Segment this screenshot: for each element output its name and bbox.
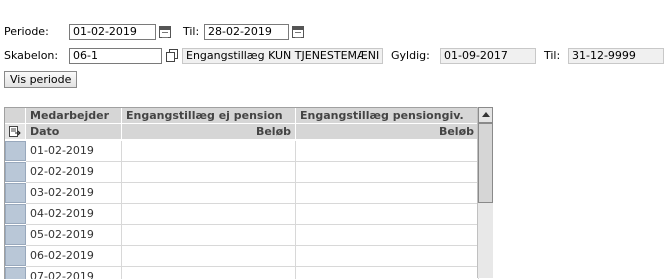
col-dato-subheader: Dato xyxy=(26,124,122,140)
col-medarbejder-header[interactable]: Medarbejder xyxy=(26,108,122,124)
amount-cell-ej-pension[interactable] xyxy=(122,204,296,225)
date-cell[interactable]: 06-02-2019 xyxy=(26,246,122,267)
periode-to-field[interactable]: 28-02-2019 xyxy=(204,24,289,40)
date-cell[interactable]: 07-02-2019 xyxy=(26,267,122,279)
periode-from-field[interactable]: 01-02-2019 xyxy=(69,24,156,40)
col-belob-subheader: Beløb xyxy=(122,124,296,140)
row-selector[interactable] xyxy=(5,141,26,161)
calendar-icon[interactable] xyxy=(292,26,304,38)
skabelon-name-field: Engangstillæg KUN TJENESTEMÆNI xyxy=(182,48,383,64)
calendar-icon[interactable] xyxy=(159,26,171,38)
table-row[interactable]: 02-02-2019 xyxy=(5,162,479,183)
periode-label: Periode: xyxy=(4,25,49,38)
gyldig-label: Gyldig: xyxy=(391,49,430,62)
gyldig-from-field: 01-09-2017 xyxy=(440,48,536,64)
gyldig-til-label: Til: xyxy=(544,49,561,62)
table-row[interactable]: 07-02-2019 xyxy=(5,267,479,279)
col-pensiongiv-header[interactable]: Engangstillæg pensiongiv. xyxy=(296,108,479,124)
til-label: Til: xyxy=(183,25,200,38)
export-icon[interactable] xyxy=(5,124,26,140)
amount-cell-pensiongiv[interactable] xyxy=(296,204,479,225)
amount-cell-pensiongiv[interactable] xyxy=(296,246,479,267)
row-selector[interactable] xyxy=(5,162,26,182)
copy-icon[interactable] xyxy=(166,49,178,62)
corner-header xyxy=(5,108,26,124)
table-row[interactable]: 05-02-2019 xyxy=(5,225,479,246)
scroll-thumb[interactable] xyxy=(478,123,493,203)
amount-cell-ej-pension[interactable] xyxy=(122,246,296,267)
date-cell[interactable]: 03-02-2019 xyxy=(26,183,122,204)
amount-cell-ej-pension[interactable] xyxy=(122,267,296,279)
table-row[interactable]: 06-02-2019 xyxy=(5,246,479,267)
amount-cell-pensiongiv[interactable] xyxy=(296,225,479,246)
date-cell[interactable]: 01-02-2019 xyxy=(26,141,122,162)
table-row[interactable]: 01-02-2019 xyxy=(5,141,479,162)
col-belob-subheader: Beløb xyxy=(296,124,479,140)
date-cell[interactable]: 05-02-2019 xyxy=(26,225,122,246)
row-selector[interactable] xyxy=(5,183,26,203)
arrow-up-icon[interactable] xyxy=(478,107,493,123)
col-ej-pension-header[interactable]: Engangstillæg ej pension xyxy=(122,108,296,124)
amount-cell-ej-pension[interactable] xyxy=(122,183,296,204)
row-selector[interactable] xyxy=(5,246,26,266)
table-row[interactable]: 04-02-2019 xyxy=(5,204,479,225)
amount-cell-pensiongiv[interactable] xyxy=(296,267,479,279)
gyldig-to-field: 31-12-9999 xyxy=(568,48,664,64)
skabelon-field[interactable]: 06-1 xyxy=(69,48,162,64)
table-row[interactable]: 03-02-2019 xyxy=(5,183,479,204)
skabelon-label: Skabelon: xyxy=(4,49,59,62)
row-selector[interactable] xyxy=(5,204,26,224)
date-cell[interactable]: 02-02-2019 xyxy=(26,162,122,183)
vis-periode-button[interactable]: Vis periode xyxy=(4,71,78,88)
row-selector[interactable] xyxy=(5,225,26,245)
grid-scrollbar[interactable] xyxy=(477,107,493,278)
amount-cell-ej-pension[interactable] xyxy=(122,162,296,183)
data-grid: Medarbejder Engangstillæg ej pension Eng… xyxy=(4,107,479,279)
amount-cell-pensiongiv[interactable] xyxy=(296,183,479,204)
amount-cell-ej-pension[interactable] xyxy=(122,141,296,162)
amount-cell-ej-pension[interactable] xyxy=(122,225,296,246)
date-cell[interactable]: 04-02-2019 xyxy=(26,204,122,225)
amount-cell-pensiongiv[interactable] xyxy=(296,162,479,183)
amount-cell-pensiongiv[interactable] xyxy=(296,141,479,162)
row-selector[interactable] xyxy=(5,267,26,279)
